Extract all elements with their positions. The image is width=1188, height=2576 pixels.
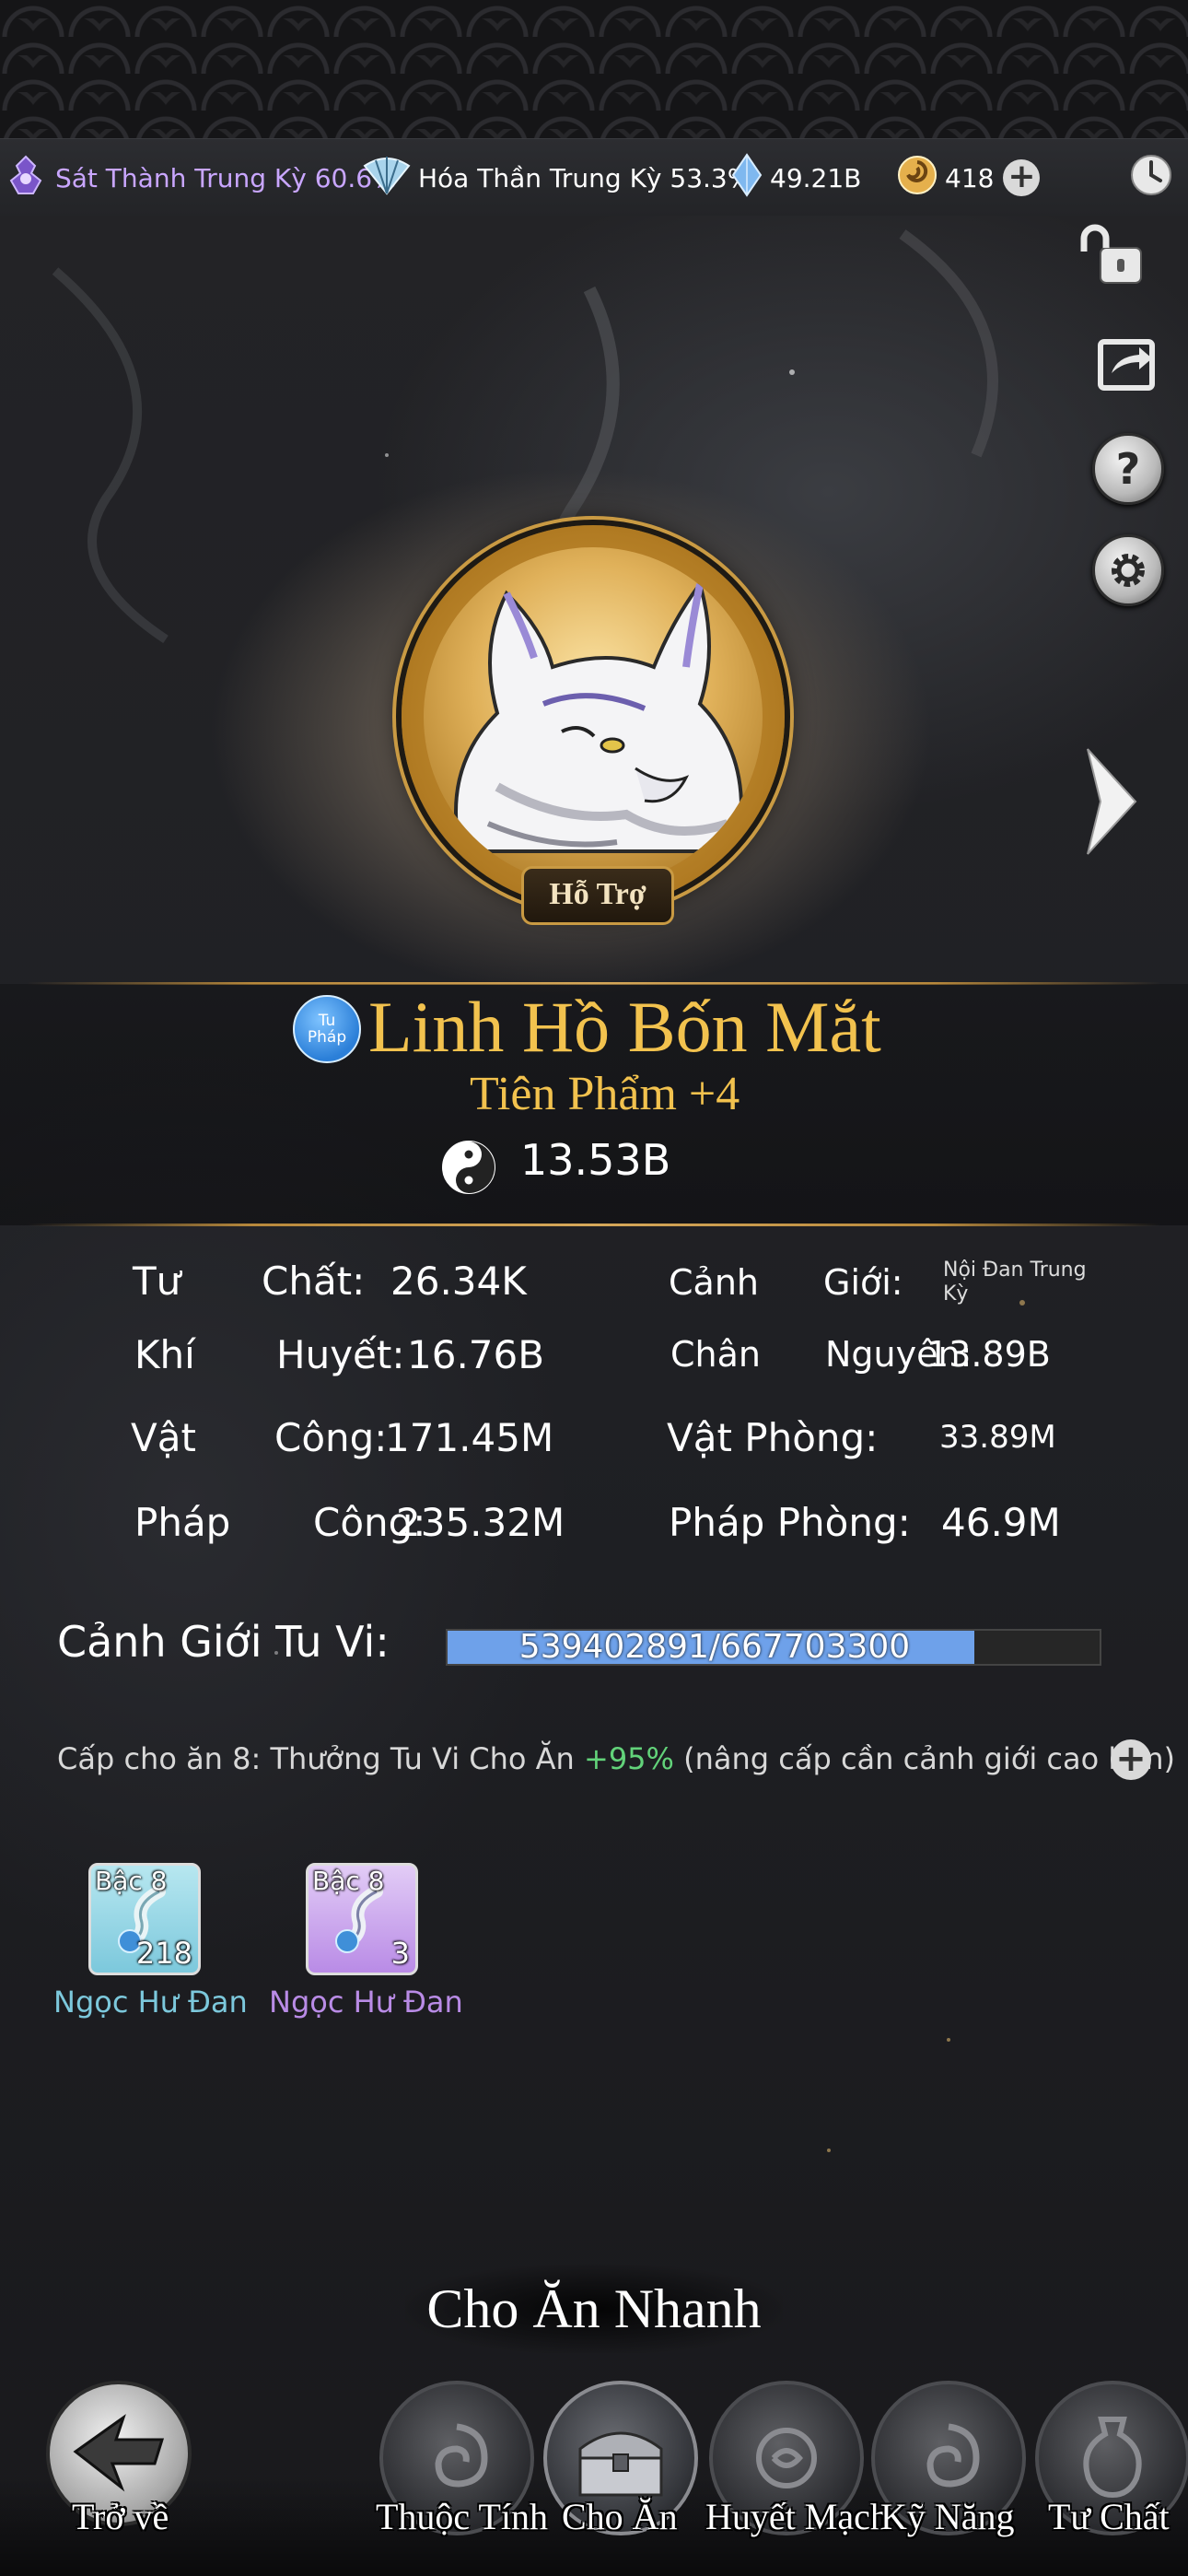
lock-button[interactable] — [1072, 217, 1151, 291]
stat-phap-phong-label: Pháp Phòng: — [669, 1500, 911, 1545]
stat-chan-nguyen-value: 13.89B — [926, 1334, 1051, 1375]
item-slot-1[interactable]: Bậc 8 218 — [88, 1863, 201, 1975]
item-slot-2[interactable]: Bậc 8 3 — [306, 1863, 418, 1975]
top-decorative-band — [0, 0, 1188, 138]
fan-icon — [363, 153, 411, 204]
pet-name: Linh Hồ Bốn Mắt — [368, 987, 881, 1067]
item-2-count: 3 — [390, 1936, 410, 1971]
next-pet-button[interactable] — [1074, 737, 1147, 866]
clock-button[interactable] — [1129, 139, 1173, 217]
chest-icon — [578, 2431, 663, 2497]
stat-vat-cong-label-2: Công: — [274, 1415, 388, 1460]
quick-feed-button[interactable]: Cho Ăn Nhanh — [405, 2265, 783, 2353]
tab-bloodline-label: Huyết Mạch — [705, 2496, 889, 2537]
yin-yang-icon — [440, 1139, 497, 1200]
item-2-name: Ngọc Hư Đan — [269, 1985, 463, 2020]
question-icon: ? — [1115, 444, 1141, 494]
upgrade-feed-button[interactable]: + — [1111, 1739, 1151, 1780]
stat-canh-gioi-label-2: Giới: — [823, 1262, 903, 1303]
pet-grade: Tiên Phẩm +4 — [470, 1068, 740, 1120]
chevron-right-icon — [1087, 748, 1137, 855]
share-icon — [1098, 339, 1155, 391]
bottom-nav: Trở về Thuộc Tính Cho Ăn Huyết Mạch Kỹ N… — [0, 2359, 1188, 2576]
tab-aptitude-label: Tư Chất — [1048, 2496, 1170, 2537]
resource-bar: Sát Thành Trung Kỳ 60.6% Hóa Thần Trung … — [0, 138, 1188, 217]
demon-realm-icon — [4, 153, 48, 204]
feed-level-text: Cấp cho ăn 8: Thưởng Tu Vi Cho Ăn +95% (… — [57, 1741, 1175, 1776]
role-badge: Hỗ Trợ — [521, 866, 674, 925]
pet-portrait[interactable] — [402, 525, 785, 908]
share-button[interactable] — [1092, 328, 1162, 398]
stat-vat-cong-label-1: Vật — [131, 1415, 196, 1460]
unlock-icon — [1080, 224, 1142, 284]
stat-tu-chat-label-2: Chất: — [262, 1259, 366, 1304]
stat-phap-cong-value: 235.32M — [396, 1500, 565, 1545]
realm-progress-1[interactable]: Sát Thành Trung Kỳ 60.6% — [4, 139, 397, 217]
realm-progress-2[interactable]: Hóa Thần Trung Kỳ 53.3% — [363, 139, 751, 217]
swirl-icon — [926, 2423, 980, 2488]
stat-vat-cong-value: 171.45M — [385, 1415, 554, 1460]
cultivation-progress-bar: 539402891/667703300 — [446, 1629, 1101, 1666]
stat-phap-phong-value: 46.9M — [941, 1500, 1061, 1545]
item-1-tier: Bậc 8 — [95, 1866, 168, 1896]
fox-spirit-illustration — [454, 580, 743, 853]
arrow-left-icon — [73, 2414, 165, 2492]
stat-tu-chat-label-1: Tư — [133, 1259, 181, 1304]
stat-tu-chat-value: 26.34K — [390, 1259, 527, 1304]
type-badge-text: Tu Pháp — [307, 1012, 347, 1047]
clock-icon — [1129, 153, 1173, 204]
vase-icon — [1083, 2417, 1142, 2499]
type-badge-icon: Tu Pháp — [293, 995, 361, 1063]
swirl-icon — [756, 2428, 817, 2488]
stat-khi-huyet-value: 16.76B — [407, 1332, 545, 1377]
feed-bonus: +95% — [584, 1741, 674, 1776]
crystal-currency: 49.21B — [731, 139, 861, 217]
tab-attributes-label: Thuộc Tính — [376, 2496, 549, 2537]
combat-power: 13.53B — [520, 1135, 671, 1185]
stat-phap-cong-label-1: Pháp — [134, 1500, 231, 1545]
coin-currency: 418 + — [897, 139, 1041, 217]
realm-1-text: Sát Thành Trung Kỳ 60.6% — [55, 162, 397, 193]
tab-feed-label: Cho Ăn — [562, 2496, 678, 2537]
swirl-coin-icon — [897, 155, 938, 202]
crystal-icon — [731, 152, 763, 204]
feed-level-suffix: (nâng cấp cần cảnh giới cao hơn) — [673, 1741, 1175, 1776]
cultivation-progress-text: 539402891/667703300 — [518, 1628, 911, 1666]
stat-khi-huyet-label-2: Huyết: — [276, 1332, 405, 1377]
item-1-name: Ngọc Hư Đan — [53, 1985, 248, 2020]
swirl-icon — [435, 2423, 488, 2488]
back-label: Trở về — [72, 2496, 169, 2537]
settings-button[interactable] — [1092, 534, 1164, 606]
stat-canh-gioi-label-1: Cảnh — [669, 1262, 759, 1303]
crystal-amount: 49.21B — [770, 162, 862, 193]
cultivation-label: Cảnh Giới Tu Vi: — [57, 1617, 390, 1667]
bottom-divider — [28, 1224, 1160, 1226]
stat-canh-gioi-value: Nội Đan Trung Kỳ — [943, 1259, 1087, 1306]
item-1-count: 218 — [135, 1936, 192, 1971]
item-2-tier: Bậc 8 — [312, 1866, 385, 1896]
help-button[interactable]: ? — [1092, 433, 1164, 505]
add-coin-button[interactable]: + — [1003, 159, 1041, 196]
realm-2-text: Hóa Thần Trung Kỳ 53.3% — [418, 162, 752, 193]
stat-vat-phong-label: Vật Phòng: — [667, 1415, 879, 1460]
stat-chan-nguyen-label-1: Chân — [670, 1334, 761, 1375]
gear-icon — [1112, 554, 1145, 587]
stat-vat-phong-value: 33.89M — [939, 1419, 1056, 1456]
stat-khi-huyet-label-1: Khí — [134, 1332, 195, 1377]
tab-skills-label: Kỹ Năng — [880, 2496, 1015, 2537]
coin-amount: 418 — [945, 162, 995, 193]
feed-level-prefix: Cấp cho ăn 8: Thưởng Tu Vi Cho Ăn — [57, 1741, 584, 1776]
pet-artwork — [424, 547, 763, 886]
